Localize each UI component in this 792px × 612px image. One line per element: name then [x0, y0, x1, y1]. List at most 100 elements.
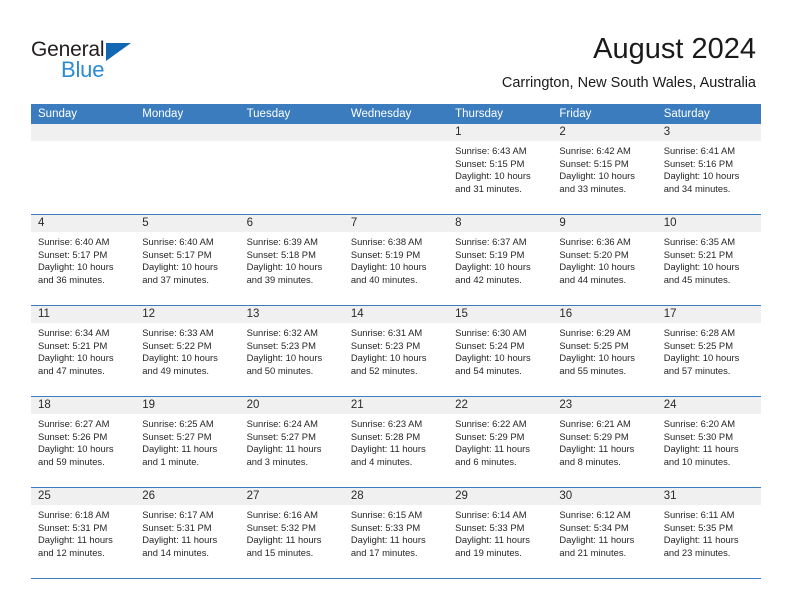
- calendar-day-cell[interactable]: 25 Sunrise: 6:18 AM Sunset: 5:31 PM Dayligh…: [31, 488, 136, 578]
- weekday-header-monday: Monday: [142, 108, 184, 120]
- day-number: 31: [656, 488, 761, 505]
- calendar-day-cell[interactable]: 8 Sunrise: 6:37 AM Sunset: 5:19 PM Daylight…: [448, 215, 553, 305]
- calendar-day-cell[interactable]: 10 Sunrise: 6:35 AM Sunset: 5:21 PM Dayligh…: [656, 215, 761, 305]
- daylight-text-line1: Daylight: 10 hours: [142, 352, 218, 364]
- calendar-day-cell[interactable]: 3 Sunrise: 6:41 AM Sunset: 5:16 PM Daylight…: [656, 124, 761, 214]
- daylight-text-line2: and 21 minutes.: [559, 546, 627, 558]
- calendar-day-cell[interactable]: 1 Sunrise: 6:43 AM Sunset: 5:15 PM Daylight…: [448, 124, 553, 214]
- sunset-text: Sunset: 5:31 PM: [142, 521, 212, 533]
- day-number: 24: [656, 397, 761, 414]
- day-number: 22: [448, 397, 553, 414]
- daylight-text-line1: Daylight: 10 hours: [663, 261, 740, 273]
- calendar-day-cell[interactable]: 26 Sunrise: 6:17 AM Sunset: 5:31 PM Dayligh…: [135, 488, 240, 578]
- calendar-day-cell[interactable]: 24 Sunrise: 6:20 AM Sunset: 5:30 PM Dayligh…: [656, 397, 761, 487]
- day-number: [343, 124, 449, 141]
- sunset-text: Sunset: 5:17 PM: [38, 248, 108, 260]
- weekday-header-sunday: Sunday: [38, 108, 78, 120]
- calendar-day-cell[interactable]: 19 Sunrise: 6:25 AM Sunset: 5:27 PM Dayligh…: [135, 397, 240, 487]
- general-blue-logo[interactable]: General Blue: [31, 38, 191, 86]
- day-number: [135, 124, 240, 141]
- day-sun-info: Sunrise: 6:27 AM Sunset: 5:26 PM Daylight:…: [31, 414, 135, 474]
- daylight-text-line2: and 23 minutes.: [663, 546, 731, 558]
- calendar-day-cell[interactable]: 7 Sunrise: 6:38 AM Sunset: 5:19 PM Daylight…: [343, 215, 449, 305]
- title-block: August 2024 Carrington, New South Wales,…: [502, 32, 756, 92]
- calendar-day-cell[interactable]: 29 Sunrise: 6:14 AM Sunset: 5:33 PM Dayligh…: [448, 488, 553, 578]
- day-number: 29: [448, 488, 553, 505]
- day-sun-info: Sunrise: 6:41 AM Sunset: 5:16 PM Daylight:…: [657, 141, 761, 201]
- sunset-text: Sunset: 5:24 PM: [455, 339, 525, 351]
- calendar-day-cell[interactable]: 14 Sunrise: 6:31 AM Sunset: 5:23 PM Dayligh…: [343, 306, 449, 396]
- daylight-text-line2: and 33 minutes.: [559, 182, 627, 194]
- day-number: 8: [448, 215, 553, 232]
- daylight-text-line2: and 44 minutes.: [559, 273, 627, 285]
- sunset-text: Sunset: 5:23 PM: [246, 339, 316, 351]
- day-sun-info: Sunrise: 6:18 AM Sunset: 5:31 PM Daylight:…: [31, 505, 135, 565]
- day-number: 6: [239, 215, 344, 232]
- calendar-day-cell[interactable]: 12 Sunrise: 6:33 AM Sunset: 5:22 PM Dayligh…: [135, 306, 240, 396]
- calendar-day-cell[interactable]: 5 Sunrise: 6:40 AM Sunset: 5:17 PM Daylight…: [135, 215, 240, 305]
- sunrise-text: Sunrise: 6:37 AM: [455, 236, 527, 247]
- daylight-text-line1: Daylight: 10 hours: [455, 352, 531, 364]
- sunset-text: Sunset: 5:19 PM: [455, 248, 525, 260]
- daylight-text-line2: and 40 minutes.: [350, 273, 418, 285]
- sunset-text: Sunset: 5:33 PM: [350, 521, 421, 533]
- calendar-day-cell[interactable]: 9 Sunrise: 6:36 AM Sunset: 5:20 PM Daylight…: [552, 215, 657, 305]
- logo-triangle-icon: [106, 43, 131, 61]
- calendar-day-cell[interactable]: 21 Sunrise: 6:23 AM Sunset: 5:28 PM Dayligh…: [343, 397, 449, 487]
- daylight-text-line2: and 34 minutes.: [663, 182, 731, 194]
- day-number: 2: [552, 124, 657, 141]
- calendar-day-cell[interactable]: 2 Sunrise: 6:42 AM Sunset: 5:15 PM Daylight…: [552, 124, 657, 214]
- calendar-day-cell[interactable]: 4 Sunrise: 6:40 AM Sunset: 5:17 PM Daylight…: [31, 215, 136, 305]
- calendar-day-cell[interactable]: 18 Sunrise: 6:27 AM Sunset: 5:26 PM Dayligh…: [31, 397, 136, 487]
- sunrise-text: Sunrise: 6:32 AM: [246, 327, 318, 338]
- sunset-text: Sunset: 5:28 PM: [350, 430, 421, 442]
- day-number: 13: [239, 306, 344, 323]
- sunset-text: Sunset: 5:17 PM: [142, 248, 212, 260]
- calendar-grid: Sunday Monday Tuesday Wednesday Thursday…: [31, 104, 761, 579]
- calendar-day-cell-empty: [31, 124, 136, 214]
- calendar-day-cell[interactable]: 20 Sunrise: 6:24 AM Sunset: 5:27 PM Dayligh…: [239, 397, 344, 487]
- daylight-text-line1: Daylight: 11 hours: [559, 443, 635, 455]
- day-sun-info: Sunrise: 6:35 AM Sunset: 5:21 PM Daylight:…: [657, 232, 761, 292]
- calendar-day-cell[interactable]: 13 Sunrise: 6:32 AM Sunset: 5:23 PM Dayligh…: [239, 306, 344, 396]
- calendar-day-cell[interactable]: 28 Sunrise: 6:15 AM Sunset: 5:33 PM Dayligh…: [343, 488, 449, 578]
- day-number: 26: [135, 488, 240, 505]
- calendar-day-cell[interactable]: 6 Sunrise: 6:39 AM Sunset: 5:18 PM Daylight…: [239, 215, 344, 305]
- sunrise-text: Sunrise: 6:25 AM: [142, 418, 214, 429]
- daylight-text-line2: and 54 minutes.: [455, 364, 522, 376]
- day-sun-info: Sunrise: 6:17 AM Sunset: 5:31 PM Daylight:…: [135, 505, 239, 565]
- calendar-day-cell[interactable]: 31 Sunrise: 6:11 AM Sunset: 5:35 PM Dayligh…: [656, 488, 761, 578]
- daylight-text-line2: and 1 minute.: [142, 455, 200, 467]
- sunrise-text: Sunrise: 6:36 AM: [559, 236, 631, 247]
- calendar-day-cell[interactable]: 27 Sunrise: 6:16 AM Sunset: 5:32 PM Dayligh…: [239, 488, 344, 578]
- sunrise-text: Sunrise: 6:14 AM: [455, 509, 527, 520]
- day-sun-info: Sunrise: 6:32 AM Sunset: 5:23 PM Daylight:…: [240, 323, 344, 383]
- calendar-day-cell[interactable]: 30 Sunrise: 6:12 AM Sunset: 5:34 PM Dayligh…: [552, 488, 657, 578]
- daylight-text-line1: Daylight: 10 hours: [142, 261, 218, 273]
- sunrise-text: Sunrise: 6:16 AM: [246, 509, 318, 520]
- sunrise-text: Sunrise: 6:31 AM: [350, 327, 423, 338]
- daylight-text-line2: and 8 minutes.: [559, 455, 621, 467]
- calendar-day-cell[interactable]: 11 Sunrise: 6:34 AM Sunset: 5:21 PM Dayligh…: [31, 306, 136, 396]
- calendar-day-cell[interactable]: 17 Sunrise: 6:28 AM Sunset: 5:25 PM Dayligh…: [656, 306, 761, 396]
- day-sun-info: Sunrise: 6:20 AM Sunset: 5:30 PM Daylight:…: [657, 414, 761, 474]
- sunrise-text: Sunrise: 6:28 AM: [663, 327, 736, 338]
- day-number: 25: [31, 488, 136, 505]
- day-sun-info: Sunrise: 6:24 AM Sunset: 5:27 PM Daylight:…: [240, 414, 344, 474]
- day-sun-info: Sunrise: 6:36 AM Sunset: 5:20 PM Daylight:…: [552, 232, 656, 292]
- sunset-text: Sunset: 5:26 PM: [38, 430, 108, 442]
- day-sun-info: Sunrise: 6:21 AM Sunset: 5:29 PM Daylight:…: [552, 414, 656, 474]
- sunset-text: Sunset: 5:29 PM: [455, 430, 525, 442]
- calendar-day-cell[interactable]: 23 Sunrise: 6:21 AM Sunset: 5:29 PM Dayligh…: [552, 397, 657, 487]
- calendar-day-cell[interactable]: 22 Sunrise: 6:22 AM Sunset: 5:29 PM Dayligh…: [448, 397, 553, 487]
- day-number: 21: [343, 397, 449, 414]
- calendar-day-cell[interactable]: 16 Sunrise: 6:29 AM Sunset: 5:25 PM Dayligh…: [552, 306, 657, 396]
- daylight-text-line1: Daylight: 10 hours: [350, 352, 427, 364]
- sunset-text: Sunset: 5:27 PM: [142, 430, 212, 442]
- daylight-text-line1: Daylight: 10 hours: [246, 352, 323, 364]
- daylight-text-line2: and 52 minutes.: [350, 364, 418, 376]
- sunset-text: Sunset: 5:25 PM: [663, 339, 733, 351]
- daylight-text-line2: and 39 minutes.: [246, 273, 314, 285]
- day-sun-info: Sunrise: 6:42 AM Sunset: 5:15 PM Daylight:…: [552, 141, 656, 201]
- calendar-day-cell[interactable]: 15 Sunrise: 6:30 AM Sunset: 5:24 PM Dayligh…: [448, 306, 553, 396]
